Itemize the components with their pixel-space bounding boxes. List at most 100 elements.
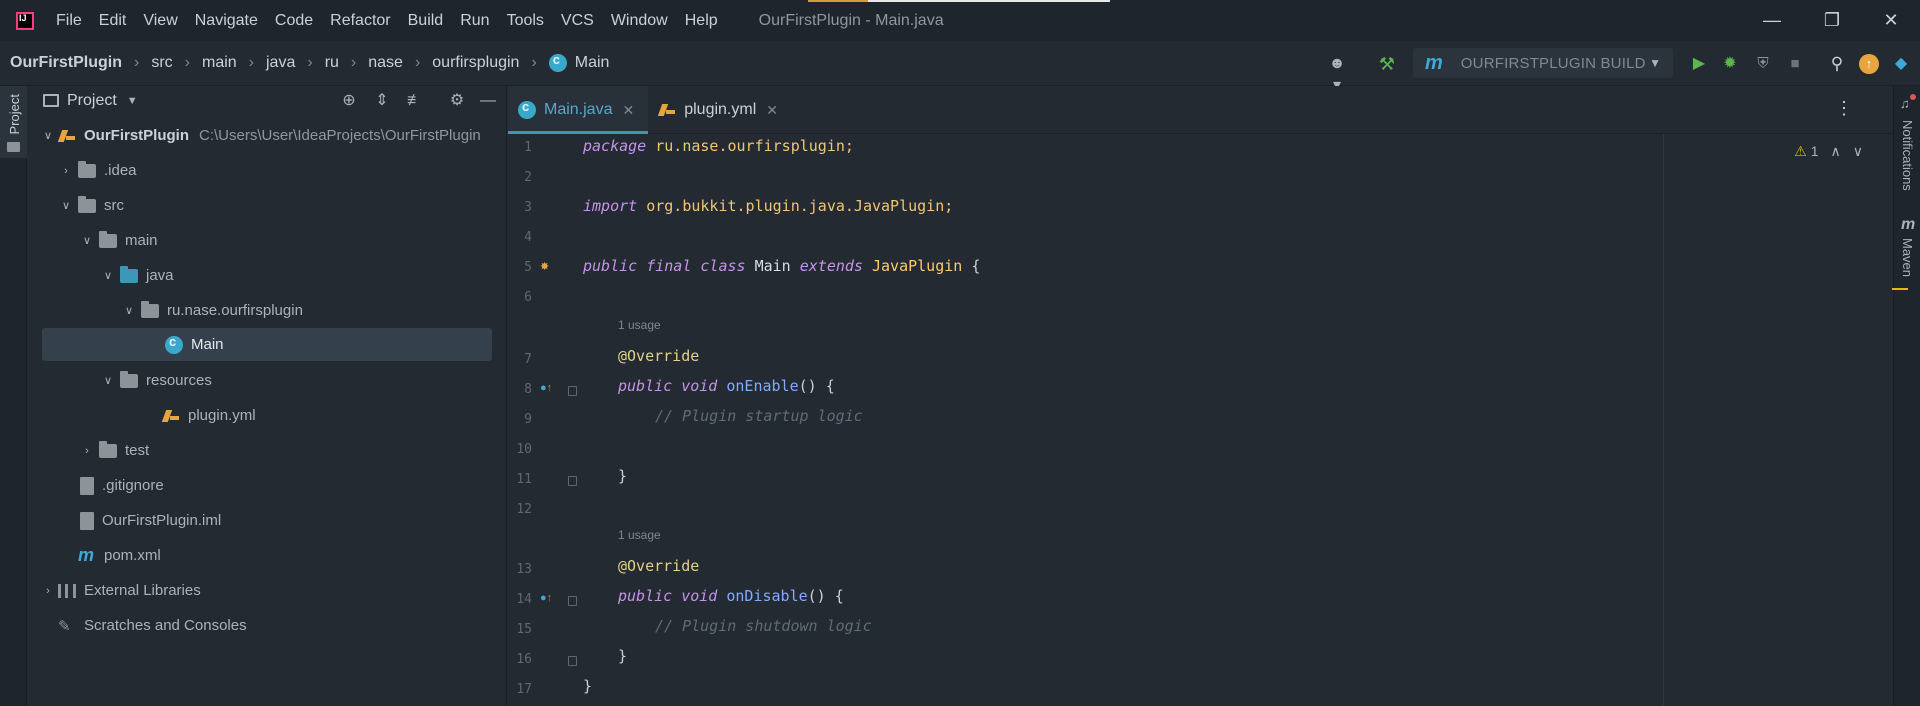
tree-item-idea[interactable]: › .idea (42, 154, 519, 187)
stop-icon[interactable]: ■ (1784, 53, 1806, 75)
tree-item-src[interactable]: ∨ src (42, 189, 519, 222)
debug-icon[interactable]: ✹ (1719, 53, 1741, 75)
tree-item-package[interactable]: ∨ ru.nase.ourfirsplugin (42, 294, 519, 327)
chevron-right-icon[interactable]: › (42, 585, 54, 597)
line-number: 14 (516, 592, 532, 607)
menu-view[interactable]: View (143, 12, 177, 30)
breadcrumb-project[interactable]: OurFirstPlugin (10, 54, 122, 72)
tab-plugin-yml[interactable]: plugin.yml ✕ (648, 86, 792, 134)
plugin-class-icon[interactable]: ✸ (540, 260, 549, 273)
chevron-down-icon[interactable]: ∨ (102, 374, 114, 387)
notifications-tool-button[interactable]: Notifications (1900, 120, 1915, 191)
annotation: @Override (618, 347, 700, 365)
chevron-down-icon[interactable]: ▼ (127, 95, 138, 107)
line-number: 11 (516, 472, 532, 487)
close-icon[interactable]: ✕ (622, 102, 634, 119)
tree-item-external-libraries[interactable]: › External Libraries (42, 574, 519, 607)
chevron-right-icon[interactable]: › (81, 445, 93, 457)
chevron-down-icon[interactable]: ∨ (42, 129, 54, 142)
override-method-icon[interactable]: ●↑ (540, 382, 552, 394)
close-icon[interactable]: ✕ (766, 102, 778, 119)
fold-marker-icon[interactable] (568, 596, 577, 606)
fold-marker-icon[interactable] (568, 476, 577, 486)
menu-edit[interactable]: Edit (99, 12, 127, 30)
fold-marker-icon[interactable] (568, 386, 577, 396)
tree-item-plugin-yml[interactable]: plugin.yml (42, 399, 519, 432)
line-number: 15 (516, 622, 532, 637)
breadcrumb-java[interactable]: java (266, 54, 295, 72)
bell-icon[interactable]: ♫ (1900, 94, 1916, 111)
breadcrumb-nase[interactable]: nase (368, 54, 403, 72)
run-configuration-select[interactable]: m OURFIRSTPLUGIN BUILD ▼ (1413, 48, 1673, 78)
restore-icon[interactable]: ❐ (1820, 8, 1844, 32)
collapse-all-icon[interactable]: ≢ (404, 90, 426, 112)
project-tool-label: Project (7, 94, 22, 135)
tree-item-label: .idea (104, 162, 137, 179)
menu-navigate[interactable]: Navigate (195, 12, 258, 30)
search-icon[interactable]: ⚲ (1826, 53, 1848, 75)
breadcrumb-class[interactable]: Main (548, 52, 609, 72)
usage-hint[interactable]: 1 usage (618, 528, 661, 542)
run-with-coverage-icon[interactable]: ⛨ (1752, 53, 1774, 75)
chevron-down-icon[interactable]: ∨ (81, 234, 93, 247)
tree-item-java[interactable]: ∨ java (42, 259, 519, 292)
jetbrains-toolbox-icon[interactable]: ◆ (1890, 53, 1912, 75)
update-icon[interactable]: ↑ (1858, 53, 1880, 75)
project-panel-title[interactable]: Project (67, 92, 117, 110)
chevron-down-icon[interactable]: ∨ (123, 304, 135, 317)
hide-panel-icon[interactable]: — (477, 90, 499, 112)
tree-item-main[interactable]: ∨ main (42, 224, 519, 257)
gear-icon[interactable]: ⚙ (446, 90, 468, 112)
menu-window[interactable]: Window (611, 12, 668, 30)
code-area[interactable]: package ru.nase.ourfirsplugin; import or… (583, 134, 1583, 706)
breadcrumb-package[interactable]: ourfirsplugin (432, 54, 519, 72)
run-icon[interactable]: ▶ (1688, 53, 1710, 75)
maven-tool-button[interactable]: Maven (1900, 238, 1915, 277)
menu-run[interactable]: Run (460, 12, 489, 30)
menu-vcs[interactable]: VCS (561, 12, 594, 30)
tab-label: Main.java (544, 101, 613, 118)
menu-code[interactable]: Code (275, 12, 313, 30)
keyword: public void (618, 587, 718, 605)
previous-highlight-icon[interactable]: ∧ (1831, 143, 1841, 160)
menu-file[interactable]: File (56, 12, 82, 30)
more-options-icon[interactable]: ⋮ (1835, 98, 1853, 119)
breadcrumb-main[interactable]: main (202, 54, 237, 72)
select-opened-file-icon[interactable]: ⊕ (338, 90, 360, 112)
project-tool-button[interactable]: Project (0, 86, 27, 158)
tree-item-project-root[interactable]: ∨ OurFirstPlugin C:\Users\User\IdeaProje… (42, 119, 519, 152)
menu-refactor[interactable]: Refactor (330, 12, 390, 30)
expand-all-icon[interactable]: ⇕ (371, 90, 393, 112)
menu-tools[interactable]: Tools (507, 12, 544, 30)
warning-marker[interactable] (1892, 288, 1908, 290)
tree-item-gitignore[interactable]: .gitignore (42, 469, 519, 502)
override-method-icon[interactable]: ●↑ (540, 592, 552, 604)
tree-item-iml[interactable]: OurFirstPlugin.iml (42, 504, 519, 537)
build-hammer-icon[interactable]: ⚒ (1376, 53, 1398, 75)
next-highlight-icon[interactable]: ∨ (1853, 143, 1863, 160)
breadcrumb-src[interactable]: src (151, 54, 172, 72)
tab-main-java[interactable]: Main.java ✕ (508, 86, 649, 134)
user-account-icon[interactable]: ☻▾ (1326, 53, 1348, 94)
minimize-icon[interactable]: — (1760, 8, 1784, 32)
breadcrumb-ru[interactable]: ru (325, 54, 339, 72)
run-configuration-label: OURFIRSTPLUGIN BUILD (1460, 54, 1646, 72)
chevron-right-icon[interactable]: › (60, 165, 72, 177)
close-icon[interactable]: ✕ (1879, 8, 1903, 32)
tree-item-resources[interactable]: ∨ resources (42, 364, 519, 397)
tree-item-pom[interactable]: m pom.xml (42, 539, 519, 572)
tree-item-label: resources (146, 372, 212, 389)
tree-item-label: test (125, 442, 150, 459)
tree-item-main-class[interactable]: Main (42, 328, 492, 361)
tree-item-scratches[interactable]: ✎ Scratches and Consoles (42, 609, 519, 642)
chevron-down-icon[interactable]: ∨ (60, 199, 72, 212)
fold-marker-icon[interactable] (568, 656, 577, 666)
code-line: public void onDisable() { (618, 587, 844, 611)
menu-build[interactable]: Build (408, 12, 444, 30)
right-tool-stripe: ♫ Notifications m Maven (1892, 86, 1920, 706)
chevron-down-icon[interactable]: ∨ (102, 269, 114, 282)
usage-hint[interactable]: 1 usage (618, 318, 661, 332)
inspection-widget[interactable]: ⚠ 1 ∧ ∨ (1794, 143, 1863, 160)
menu-help[interactable]: Help (685, 12, 718, 30)
tree-item-test[interactable]: › test (42, 434, 519, 467)
